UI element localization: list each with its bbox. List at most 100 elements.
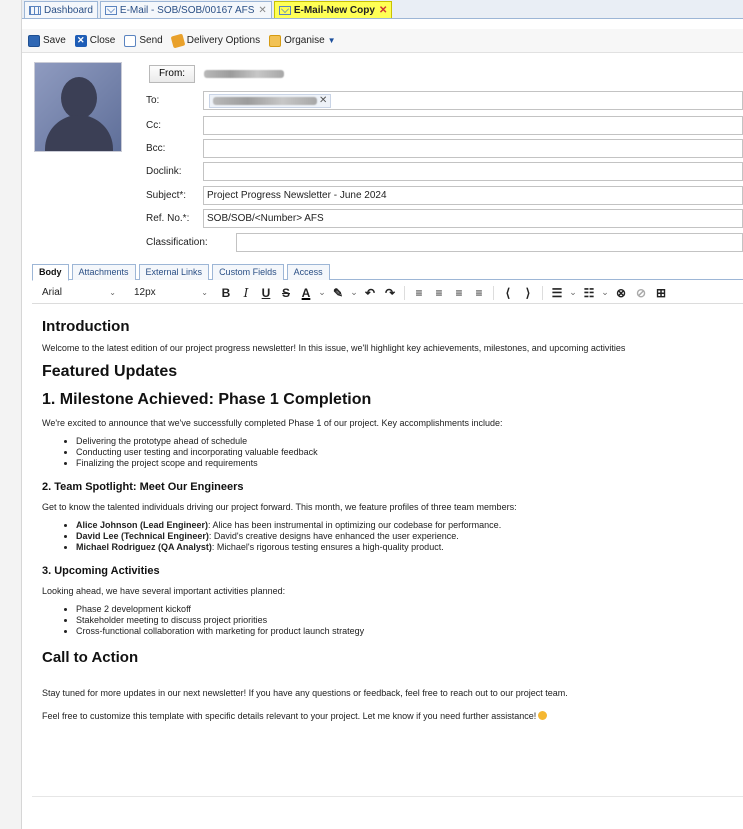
classification-input[interactable]	[237, 233, 742, 251]
refno-row: Ref. No.*:	[146, 208, 743, 228]
left-strip	[0, 0, 22, 829]
tab-label: E-Mail - SOB/SOB/00167 AFS	[119, 4, 255, 16]
highlight-icon[interactable]: ✎	[330, 285, 346, 301]
featured-heading: Featured Updates	[42, 363, 178, 380]
cc-field[interactable]	[203, 115, 743, 135]
bcc-input[interactable]	[204, 139, 742, 157]
email-header: From: To: ✕ Cc: Bcc: Doclink: Subject*:	[22, 54, 743, 254]
classification-field[interactable]	[236, 232, 743, 252]
grid-icon	[29, 5, 41, 15]
chevron-down-icon: ⌄	[109, 288, 116, 297]
body-tabs: Body Attachments External Links Custom F…	[32, 264, 743, 281]
list-item: Cross-functional collaboration with mark…	[76, 626, 743, 637]
team-heading: 2. Team Spotlight: Meet Our Engineers	[42, 481, 244, 493]
doclink-input[interactable]	[204, 162, 742, 180]
delivery-icon	[170, 33, 186, 48]
member-desc: : Michael's rigorous testing ensures a h…	[211, 542, 444, 552]
subject-field[interactable]	[203, 185, 743, 205]
align-right-icon[interactable]: ≡	[451, 285, 467, 301]
organise-label: Organise	[284, 35, 325, 46]
avatar-head	[61, 77, 97, 119]
member-name: David Lee (Technical Engineer)	[76, 531, 209, 541]
member-desc: : Alice has been instrumental in optimiz…	[208, 520, 502, 530]
strikethrough-button[interactable]: S	[278, 285, 294, 301]
align-left-icon[interactable]: ≡	[411, 285, 427, 301]
chevron-down-icon[interactable]: ⌄	[318, 285, 326, 301]
undo-icon[interactable]: ↶	[362, 285, 378, 301]
font-family-select[interactable]: Arial ⌄	[32, 287, 124, 298]
table-icon[interactable]: ⊞	[653, 285, 669, 301]
tab-attachments[interactable]: Attachments	[71, 264, 136, 280]
tab-external-links[interactable]: External Links	[138, 264, 210, 280]
avatar-body	[45, 115, 113, 151]
tab-access[interactable]: Access	[286, 264, 330, 280]
save-label: Save	[43, 35, 66, 46]
list-item: Conducting user testing and incorporatin…	[76, 447, 743, 458]
tab-email-new-copy[interactable]: E-Mail-New Copy ✕	[273, 1, 393, 18]
delivery-options-button[interactable]: Delivery Options	[170, 33, 261, 48]
text-color-button[interactable]: A	[298, 285, 314, 301]
list-item: David Lee (Technical Engineer): David's …	[76, 531, 743, 542]
align-center-icon[interactable]: ≡	[431, 285, 447, 301]
mail-icon	[278, 5, 291, 15]
divider	[542, 285, 543, 300]
underline-button[interactable]: U	[258, 285, 274, 301]
delivery-options-label: Delivery Options	[186, 35, 261, 46]
from-button[interactable]: From:	[149, 65, 195, 83]
member-name: Michael Rodriguez (QA Analyst)	[76, 542, 212, 552]
align-justify-icon[interactable]: ≡	[471, 285, 487, 301]
to-field[interactable]: ✕	[203, 90, 743, 110]
classification-label: Classification:	[146, 236, 208, 248]
unlink-icon[interactable]: ⊘	[633, 285, 649, 301]
bcc-field[interactable]	[203, 138, 743, 158]
email-app: Dashboard E-Mail - SOB/SOB/00167 AFS ✕ E…	[22, 0, 743, 829]
italic-button[interactable]: I	[238, 285, 254, 301]
tab-body[interactable]: Body	[32, 264, 69, 281]
tab-custom-fields[interactable]: Custom Fields	[212, 264, 284, 280]
refno-field[interactable]	[203, 208, 743, 228]
divider	[493, 285, 494, 300]
window-tab-bar: Dashboard E-Mail - SOB/SOB/00167 AFS ✕ E…	[22, 0, 743, 19]
close-icon[interactable]: ✕	[258, 5, 266, 16]
font-size-select[interactable]: 12px ⌄	[124, 287, 216, 298]
save-icon	[28, 34, 40, 47]
intro-text: Welcome to the latest edition of our pro…	[42, 343, 626, 353]
close-button[interactable]: ✕ Close	[74, 34, 115, 47]
toolbar: Save ✕ Close Send Delivery Options Organ…	[22, 29, 743, 53]
save-button[interactable]: Save	[28, 34, 66, 47]
bullet-list-icon[interactable]: ☰	[549, 285, 565, 301]
indent-icon[interactable]: ⟩	[520, 285, 536, 301]
from-value	[204, 70, 284, 78]
bold-button[interactable]: B	[218, 285, 234, 301]
upcoming-text: Looking ahead, we have several important…	[42, 586, 286, 596]
chevron-down-icon[interactable]: ⌄	[569, 285, 577, 301]
chevron-down-icon[interactable]: ⌄	[350, 285, 358, 301]
send-icon	[124, 34, 137, 47]
doclink-row: Doclink:	[146, 161, 743, 181]
numbered-list-icon[interactable]: ☷	[581, 285, 597, 301]
remove-recipient-icon[interactable]: ✕	[319, 95, 327, 106]
recipient-chip[interactable]: ✕	[209, 93, 332, 108]
subject-row: Subject*:	[146, 185, 743, 205]
email-body-editor[interactable]: Introduction Welcome to the latest editi…	[32, 305, 743, 829]
tab-dashboard[interactable]: Dashboard	[24, 1, 98, 18]
chevron-down-icon[interactable]: ⌄	[601, 285, 609, 301]
to-row: To: ✕	[146, 90, 743, 110]
list-item: Phase 2 development kickoff	[76, 604, 743, 615]
send-button[interactable]: Send	[124, 34, 163, 47]
link-icon[interactable]: ⊗	[613, 285, 629, 301]
doclink-field[interactable]	[203, 161, 743, 181]
milestone-text: We're excited to announce that we've suc…	[42, 418, 503, 428]
organise-button[interactable]: Organise ▼	[269, 34, 336, 47]
outdent-icon[interactable]: ⟨	[500, 285, 516, 301]
cta-text: Stay tuned for more updates in our next …	[42, 688, 568, 698]
close-icon[interactable]: ✕	[379, 5, 387, 16]
tab-email-sob[interactable]: E-Mail - SOB/SOB/00167 AFS ✕	[99, 1, 272, 18]
upcoming-list: Phase 2 development kickoff Stakeholder …	[76, 604, 743, 637]
cc-input[interactable]	[204, 116, 742, 134]
subject-input[interactable]	[204, 186, 742, 204]
chevron-down-icon: ⌄	[201, 288, 208, 297]
redo-icon[interactable]: ↷	[382, 285, 398, 301]
folder-icon	[269, 34, 282, 47]
refno-input[interactable]	[204, 209, 742, 227]
